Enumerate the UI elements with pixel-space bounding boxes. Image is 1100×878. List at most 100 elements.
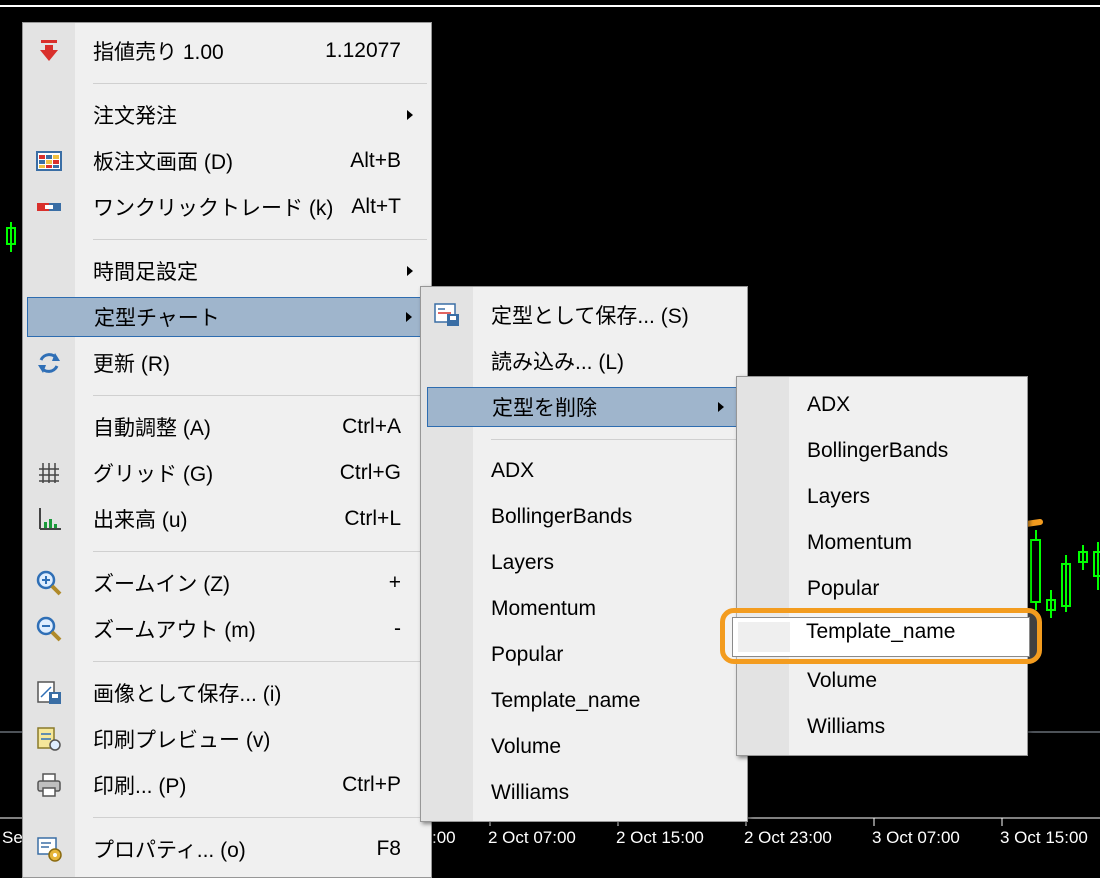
menu-separator — [93, 83, 427, 84]
menu-item-shortcut: F8 — [376, 837, 401, 860]
order-book-icon — [36, 151, 62, 171]
menu-item-volume[interactable]: 出来高 (u) Ctrl+L — [25, 499, 429, 539]
menu-item-auto-scroll[interactable]: 自動調整 (A) Ctrl+A — [25, 407, 429, 447]
time-axis-label: 2 Oct 15:00 — [616, 828, 704, 847]
submenu-arrow-icon — [407, 266, 413, 276]
menu-item-grid[interactable]: グリッド (G) Ctrl+G — [25, 453, 429, 493]
menu-item-zoom-out[interactable]: ズームアウト (m) - — [25, 609, 429, 649]
menu-item-label: Layers — [491, 551, 555, 574]
delete-template-item[interactable]: Volume — [739, 661, 1025, 701]
template-item[interactable]: ADX — [423, 451, 745, 491]
print-preview-icon — [37, 727, 61, 751]
menu-item-order-book[interactable]: 板注文画面 (D) Alt+B — [25, 141, 429, 181]
menu-item-label: 自動調整 (A) — [93, 417, 211, 440]
menu-separator — [93, 817, 427, 818]
sell-arrow-icon — [40, 40, 58, 61]
menu-item-shortcut: Alt+T — [351, 195, 401, 218]
submenu-arrow-icon — [718, 402, 724, 412]
delete-template-item[interactable]: BollingerBands — [739, 431, 1025, 471]
time-axis-label: 2 Oct 23:00 — [744, 828, 832, 847]
menu-item-label: 読み込み... (L) — [491, 351, 625, 374]
menu-item-shortcut: Ctrl+L — [344, 507, 401, 530]
menu-item-print-preview[interactable]: 印刷プレビュー (v) — [25, 719, 429, 759]
menu-item-delete-template[interactable]: 定型を削除 — [427, 387, 739, 427]
menu-item-shortcut: Alt+B — [350, 149, 401, 172]
delete-template-submenu: ADX BollingerBands Layers Momentum Popul… — [736, 376, 1028, 756]
menu-item-shortcut: - — [394, 617, 401, 640]
menu-item-label: Popular — [491, 643, 564, 666]
menu-item-label: ズームイン (Z) — [93, 573, 231, 596]
menu-item-label: 時間足設定 — [93, 261, 198, 284]
time-axis-label: :00 — [432, 828, 456, 847]
menu-item-label: 印刷... (P) — [93, 775, 187, 798]
delete-template-item[interactable]: Williams — [739, 707, 1025, 747]
menu-item-template-chart[interactable]: 定型チャート — [27, 297, 423, 337]
submenu-arrow-icon — [407, 110, 413, 120]
save-template-icon — [434, 303, 459, 326]
menu-item-label: ADX — [807, 393, 851, 416]
menu-item-zoom-in[interactable]: ズームイン (Z) + — [25, 563, 429, 603]
menu-item-load-template[interactable]: 読み込み... (L) — [423, 341, 745, 381]
save-image-icon — [37, 681, 61, 704]
menu-gutter — [738, 622, 790, 652]
menu-item-shortcut: Ctrl+G — [339, 461, 401, 484]
menu-separator — [93, 661, 427, 662]
menu-item-shortcut: Ctrl+A — [342, 415, 401, 438]
menu-item-label: Volume — [807, 669, 878, 692]
menu-item-label: Layers — [807, 485, 871, 508]
delete-template-item[interactable]: ADX — [739, 385, 1025, 425]
template-item[interactable]: Momentum — [423, 589, 745, 629]
menu-item-label: 更新 (R) — [93, 353, 170, 376]
refresh-icon — [38, 353, 60, 373]
menu-separator — [491, 439, 743, 440]
menu-item-label: 出来高 (u) — [93, 509, 188, 532]
grid-icon — [39, 463, 59, 483]
delete-template-item[interactable]: Momentum — [739, 523, 1025, 563]
menu-item-label: ADX — [491, 459, 535, 482]
template-item[interactable]: Williams — [423, 773, 745, 813]
menu-item-one-click-trade[interactable]: ワンクリックトレード (k) Alt+T — [25, 187, 429, 227]
time-axis-label: 3 Oct 07:00 — [872, 828, 960, 847]
menu-item-label: 定型チャート — [94, 307, 220, 330]
menu-item-place-order[interactable]: 注文発注 — [25, 95, 429, 135]
menu-item-save-image[interactable]: 画像として保存... (i) — [25, 673, 429, 713]
menu-item-timeframe[interactable]: 時間足設定 — [25, 251, 429, 291]
template-item[interactable]: Volume — [423, 727, 745, 767]
submenu-arrow-icon — [406, 312, 412, 322]
menu-item-label: 指値売り 1.00 — [93, 41, 224, 64]
menu-item-label: Template_name — [806, 620, 956, 643]
delete-template-item[interactable]: Layers — [739, 477, 1025, 517]
template-item[interactable]: BollingerBands — [423, 497, 745, 537]
menu-item-refresh[interactable]: 更新 (R) — [25, 343, 429, 383]
menu-item-label: Volume — [491, 735, 562, 758]
menu-item-label: プロパティ... (o) — [93, 839, 246, 862]
menu-item-label: 板注文画面 (D) — [93, 151, 233, 174]
template-submenu: 定型として保存... (S) 読み込み... (L) 定型を削除 ADX Bol… — [420, 286, 748, 822]
template-item[interactable]: Template_name — [423, 681, 745, 721]
menu-item-properties[interactable]: プロパティ... (o) F8 — [25, 829, 429, 869]
time-axis-label: 3 Oct 15:00 — [1000, 828, 1088, 847]
menu-item-label: ワンクリックトレード (k) — [93, 197, 334, 220]
menu-item-label: 印刷プレビュー (v) — [93, 729, 271, 752]
menu-separator — [93, 395, 427, 396]
menu-item-save-template[interactable]: 定型として保存... (S) — [423, 295, 745, 335]
time-axis-label: Se — [2, 828, 23, 847]
menu-item-label: Momentum — [807, 531, 913, 554]
menu-item-label: Momentum — [491, 597, 597, 620]
menu-item-label: Popular — [807, 577, 880, 600]
menu-item-label: 定型として保存... (S) — [491, 305, 689, 328]
menu-item-label: Williams — [807, 715, 886, 738]
menu-item-label: BollingerBands — [807, 439, 949, 462]
menu-separator — [93, 551, 427, 552]
menu-item-label: 注文発注 — [93, 105, 177, 128]
menu-item-label: Williams — [491, 781, 570, 804]
menu-item-shortcut: + — [388, 571, 401, 594]
menu-item-label: Template_name — [491, 689, 641, 712]
zoom-out-icon — [36, 616, 62, 642]
template-item[interactable]: Layers — [423, 543, 745, 583]
properties-icon — [37, 837, 62, 862]
template-item[interactable]: Popular — [423, 635, 745, 675]
menu-item-limit-sell[interactable]: 指値売り 1.00 1.12077 — [25, 31, 429, 71]
delete-template-item[interactable]: Popular — [739, 569, 1025, 609]
menu-item-print[interactable]: 印刷... (P) Ctrl+P — [25, 765, 429, 805]
